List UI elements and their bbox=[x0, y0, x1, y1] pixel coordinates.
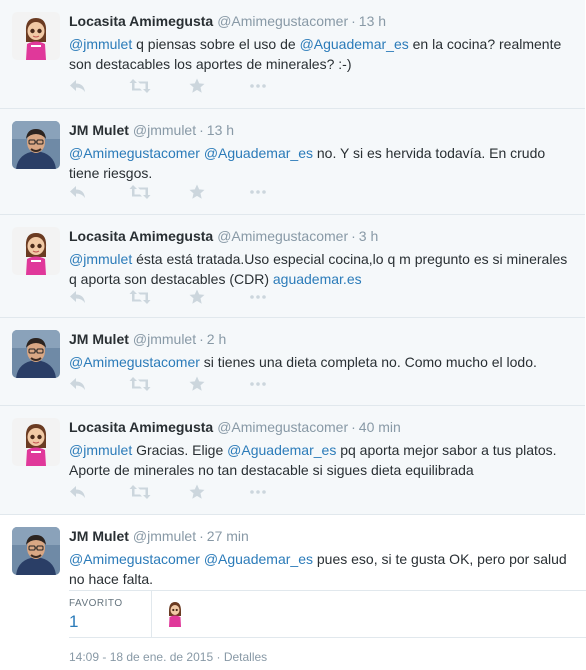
tweet-text: @Amimegustacomer si tienes una dieta com… bbox=[69, 352, 569, 372]
url-link[interactable]: aguademar.es bbox=[273, 271, 362, 287]
separator: · bbox=[351, 228, 356, 244]
avatar[interactable] bbox=[12, 121, 60, 169]
details-link[interactable]: Detalles bbox=[224, 650, 267, 664]
retweet-icon[interactable] bbox=[129, 78, 151, 94]
fullname[interactable]: JM Mulet bbox=[69, 122, 129, 138]
reply-icon[interactable] bbox=[69, 78, 89, 94]
stats-divider bbox=[151, 591, 152, 637]
text-fragment: q piensas sobre el uso de bbox=[132, 36, 300, 52]
mention-link[interactable]: @jmmulet bbox=[69, 251, 132, 267]
username[interactable]: @jmmulet bbox=[133, 331, 196, 347]
tweet[interactable]: Locasita Amimegusta @Amimegustacomer · 3 h … bbox=[0, 215, 585, 318]
username[interactable]: @Amimegustacomer bbox=[217, 228, 348, 244]
avatar[interactable] bbox=[12, 12, 60, 60]
reply-icon[interactable] bbox=[69, 484, 89, 500]
reply-icon[interactable] bbox=[69, 376, 89, 392]
retweet-icon[interactable] bbox=[129, 484, 151, 500]
favorites-count[interactable]: 1 bbox=[69, 612, 78, 632]
more-options-icon[interactable] bbox=[249, 376, 269, 392]
timestamp-link[interactable]: 13 h bbox=[359, 13, 386, 29]
reply-icon[interactable] bbox=[69, 184, 89, 200]
more-options-icon[interactable] bbox=[249, 78, 269, 94]
avatar[interactable] bbox=[12, 330, 60, 378]
tweet-header: JM Mulet @jmmulet · 27 min bbox=[69, 527, 249, 545]
timestamp-link[interactable]: 27 min bbox=[207, 528, 249, 544]
tweet-stats: FAVORITO 1 bbox=[69, 590, 586, 638]
favorite-star-icon[interactable] bbox=[189, 78, 209, 94]
retweet-icon[interactable] bbox=[129, 184, 151, 200]
reply-icon[interactable] bbox=[69, 289, 89, 305]
favorite-star-icon[interactable] bbox=[189, 484, 209, 500]
tweet-text: @Amimegustacomer @Aguademar_es no. Y si … bbox=[69, 143, 569, 183]
separator: · bbox=[199, 122, 204, 138]
timestamp-link[interactable]: 3 h bbox=[359, 228, 378, 244]
text-fragment: Gracias. Elige bbox=[132, 442, 228, 458]
tweet-actions bbox=[69, 287, 309, 307]
tweet-actions bbox=[69, 76, 309, 96]
username[interactable]: @Amimegustacomer bbox=[217, 419, 348, 435]
tweet-header: Locasita Amimegusta @Amimegustacomer · 13 h bbox=[69, 12, 386, 30]
timestamp-link[interactable]: 2 h bbox=[207, 331, 226, 347]
tweet-actions bbox=[69, 374, 309, 394]
tweet[interactable]: JM Mulet @jmmulet · 13 h @Amimegustacomer @… bbox=[0, 109, 585, 215]
tweet-text: @Amimegustacomer @Aguademar_es pues eso,… bbox=[69, 549, 569, 589]
more-options-icon[interactable] bbox=[249, 184, 269, 200]
more-options-icon[interactable] bbox=[249, 289, 269, 305]
separator: · bbox=[351, 419, 356, 435]
tweet-text: @jmmulet q piensas sobre el uso de @Agua… bbox=[69, 34, 569, 74]
tweet-header: JM Mulet @jmmulet · 13 h bbox=[69, 121, 234, 139]
mention-link[interactable]: @Aguademar_es bbox=[227, 442, 336, 458]
mention-link[interactable]: @Aguademar_es bbox=[204, 551, 313, 567]
fullname[interactable]: JM Mulet bbox=[69, 331, 129, 347]
mention-link[interactable]: @jmmulet bbox=[69, 442, 132, 458]
tweet[interactable]: Locasita Amimegusta @Amimegustacomer · 13 h… bbox=[0, 0, 585, 109]
separator: · bbox=[351, 13, 356, 29]
favorite-star-icon[interactable] bbox=[189, 376, 209, 392]
retweet-icon[interactable] bbox=[129, 289, 151, 305]
retweet-icon[interactable] bbox=[129, 376, 151, 392]
separator: · bbox=[199, 528, 204, 544]
mention-link[interactable]: @Amimegustacomer bbox=[69, 354, 200, 370]
tweet-metadata: 14:09 - 18 de ene. de 2015 · Detalles bbox=[69, 650, 267, 664]
fullname[interactable]: Locasita Amimegusta bbox=[69, 419, 213, 435]
favorite-star-icon[interactable] bbox=[189, 184, 209, 200]
tweet-header: Locasita Amimegusta @Amimegustacomer · 40 m… bbox=[69, 418, 401, 436]
avatar[interactable] bbox=[12, 418, 60, 466]
mention-link[interactable]: @Aguademar_es bbox=[204, 145, 313, 161]
timestamp-link[interactable]: 40 min bbox=[359, 419, 401, 435]
separator: · bbox=[199, 331, 204, 347]
username[interactable]: @jmmulet bbox=[133, 528, 196, 544]
favoriter-avatar[interactable] bbox=[165, 601, 185, 627]
separator: · bbox=[216, 650, 221, 664]
tweet-text: @jmmulet Gracias. Elige @Aguademar_es pq… bbox=[69, 440, 569, 480]
avatar[interactable] bbox=[12, 227, 60, 275]
mention-link[interactable]: @Aguademar_es bbox=[300, 36, 409, 52]
username[interactable]: @jmmulet bbox=[133, 122, 196, 138]
favorite-star-icon[interactable] bbox=[189, 289, 209, 305]
username[interactable]: @Amimegustacomer bbox=[217, 13, 348, 29]
tweet-actions bbox=[69, 482, 309, 502]
mention-link[interactable]: @Amimegustacomer bbox=[69, 551, 200, 567]
avatar[interactable] bbox=[12, 527, 60, 575]
more-options-icon[interactable] bbox=[249, 484, 269, 500]
fullname[interactable]: Locasita Amimegusta bbox=[69, 13, 213, 29]
tweet[interactable]: Locasita Amimegusta @Amimegustacomer · 40 m… bbox=[0, 406, 585, 515]
tweet-header: Locasita Amimegusta @Amimegustacomer · 3 h bbox=[69, 227, 378, 245]
tweet-timestamp[interactable]: 14:09 - 18 de ene. de 2015 bbox=[69, 650, 213, 664]
tweet-header: JM Mulet @jmmulet · 2 h bbox=[69, 330, 226, 348]
text-fragment: si tienes una dieta completa no. Como mu… bbox=[199, 354, 537, 370]
tweet-text: @jmmulet ésta está tratada.Uso especial … bbox=[69, 249, 569, 289]
tweet-actions bbox=[69, 182, 309, 202]
tweet[interactable]: JM Mulet @jmmulet · 2 h @Amimegustacomer si… bbox=[0, 318, 585, 406]
timestamp-link[interactable]: 13 h bbox=[207, 122, 234, 138]
mention-link[interactable]: @jmmulet bbox=[69, 36, 132, 52]
mention-link[interactable]: @Amimegustacomer bbox=[69, 145, 200, 161]
favorites-label: FAVORITO bbox=[69, 598, 123, 609]
fullname[interactable]: JM Mulet bbox=[69, 528, 129, 544]
fullname[interactable]: Locasita Amimegusta bbox=[69, 228, 213, 244]
